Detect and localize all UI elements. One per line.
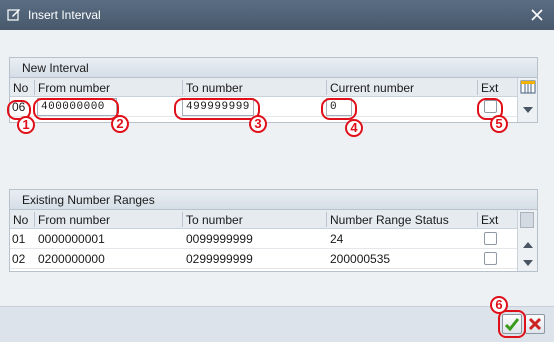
table-settings-icon[interactable]	[520, 80, 536, 94]
col-status-header: Number Range Status	[330, 213, 449, 227]
annotation-badge: 4	[345, 119, 363, 137]
range-status: 24	[330, 232, 344, 246]
close-icon[interactable]	[530, 8, 544, 22]
dialog-footer	[0, 306, 554, 342]
existing-ranges-caption: Existing Number Ranges	[10, 190, 537, 210]
col-no-header: No	[13, 81, 29, 95]
dialog-edit-icon	[7, 9, 20, 21]
annotation-ring-from	[33, 98, 119, 120]
cancel-button[interactable]	[525, 314, 545, 334]
annotation-badge: 2	[111, 115, 129, 133]
annotation-ring-current	[321, 98, 357, 120]
annotation-ring-confirm	[498, 310, 526, 338]
range-no: 01	[12, 232, 26, 246]
window-title: Insert Interval	[28, 8, 101, 22]
range-to: 0099999999	[186, 232, 253, 246]
col-to-header: To number	[186, 81, 243, 95]
annotation-ring-to	[174, 98, 260, 120]
scroll-thumb[interactable]	[520, 212, 534, 228]
scroll-down-icon[interactable]	[523, 260, 533, 266]
new-interval-caption: New Interval	[10, 58, 537, 78]
col-ext-header: Ext	[481, 213, 499, 227]
existing-ranges-table: Existing Number Ranges No From number To…	[9, 189, 538, 272]
col-to-header: To number	[186, 213, 243, 227]
ext-checkbox[interactable]	[484, 252, 497, 265]
col-current-header: Current number	[330, 81, 415, 95]
ext-checkbox[interactable]	[484, 232, 497, 245]
range-no: 02	[12, 252, 26, 266]
existing-ranges-header: No From number To number Number Range St…	[10, 210, 537, 229]
scroll-down-icon[interactable]	[523, 107, 533, 113]
range-status: 200000535	[330, 252, 391, 266]
range-from: 0000000001	[38, 232, 105, 246]
range-to: 0299999999	[186, 252, 253, 266]
col-from-header: From number	[38, 81, 111, 95]
annotation-badge: 6	[490, 296, 508, 314]
col-from-header: From number	[38, 213, 111, 227]
table-row: 01 0000000001 0099999999 24	[10, 229, 537, 249]
new-interval-header: No From number To number Current number …	[10, 78, 537, 97]
annotation-badge: 3	[249, 115, 267, 133]
new-interval-scrollbar[interactable]	[517, 78, 537, 122]
annotation-badge: 5	[490, 115, 508, 133]
col-no-header: No	[13, 213, 29, 227]
title-bar: Insert Interval	[0, 0, 554, 30]
range-from: 0200000000	[38, 252, 105, 266]
table-row: 02 0200000000 0299999999 200000535	[10, 249, 537, 269]
scroll-up-icon[interactable]	[523, 242, 533, 248]
col-ext-header: Ext	[481, 81, 499, 95]
existing-ranges-scrollbar[interactable]	[517, 210, 537, 271]
cancel-x-icon	[528, 317, 542, 331]
annotation-badge: 1	[17, 116, 35, 134]
